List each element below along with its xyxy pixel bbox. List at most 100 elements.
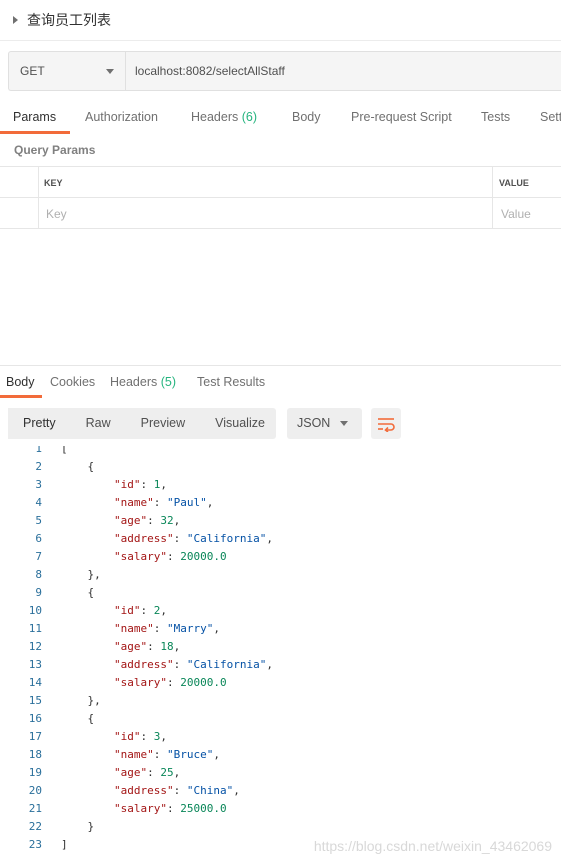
format-label: JSON: [297, 416, 331, 430]
tab-tests[interactable]: Tests: [481, 104, 510, 134]
tab-authorization[interactable]: Authorization: [85, 104, 158, 134]
wrap-lines-button[interactable]: [371, 408, 401, 439]
line-number: 9: [35, 586, 42, 599]
code-text: "id": 1,: [113, 478, 167, 491]
code-line: 8 },: [0, 566, 561, 584]
response-tab-test-results[interactable]: Test Results: [197, 371, 265, 393]
view-visualize-button[interactable]: Visualize: [200, 408, 280, 439]
code-line: 11 "name": "Marry",: [0, 620, 561, 638]
code-text: {: [61, 460, 95, 473]
caret-right-icon[interactable]: [13, 16, 18, 24]
url-text: localhost:8082/selectAllStaff: [135, 64, 285, 78]
line-number: 13: [28, 658, 42, 671]
code-line: 22 }: [0, 818, 561, 836]
code-line: 16 {: [0, 710, 561, 728]
code-text: {: [61, 586, 95, 599]
chevron-down-icon: [106, 69, 114, 74]
line-number: 18: [28, 748, 42, 761]
line-number: 4: [35, 496, 42, 509]
line-number: 17: [28, 730, 42, 743]
view-pretty-button[interactable]: Pretty: [8, 408, 71, 439]
code-line: 14 "salary": 20000.0: [0, 674, 561, 692]
url-bar: GET localhost:8082/selectAllStaff: [8, 51, 561, 91]
code-text: },: [61, 694, 101, 707]
code-text: "address": "California",: [113, 532, 273, 545]
line-number: 12: [28, 640, 42, 653]
code-line: 2 {: [0, 458, 561, 476]
line-number: 1: [35, 446, 42, 455]
code-line: 1[: [0, 446, 561, 458]
active-response-tab-indicator: [0, 395, 42, 398]
response-tab-cookies-label: Cookies: [50, 375, 96, 389]
request-name[interactable]: 查询员工列表: [27, 10, 111, 30]
tab-settings[interactable]: Sett: [540, 104, 561, 134]
tab-headers[interactable]: Headers (6): [191, 104, 257, 134]
url-input[interactable]: localhost:8082/selectAllStaff: [125, 51, 561, 91]
view-mode-group: Pretty Raw Preview Visualize: [8, 408, 276, 439]
code-text: },: [61, 568, 101, 581]
wrap-lines-icon: [378, 417, 395, 432]
tab-pre-request-script[interactable]: Pre-request Script: [351, 104, 452, 134]
code-line: 4 "name": "Paul",: [0, 494, 561, 512]
code-text: "id": 2,: [113, 604, 167, 617]
line-number: 14: [28, 676, 42, 689]
tab-pre-request-label: Pre-request Script: [351, 110, 452, 124]
response-tab-body[interactable]: Body: [6, 371, 35, 393]
line-number: 3: [35, 478, 42, 491]
active-tab-indicator: [0, 131, 70, 134]
view-preview-button[interactable]: Preview: [126, 408, 200, 439]
chevron-down-icon: [340, 421, 348, 426]
tab-params[interactable]: Params: [13, 104, 56, 134]
code-line: 15 },: [0, 692, 561, 710]
value-column-header: VALUE: [499, 178, 529, 188]
line-number: 19: [28, 766, 42, 779]
line-number: 7: [35, 550, 42, 563]
code-text: "age": 18,: [113, 640, 181, 653]
code-line: 6 "address": "California",: [0, 530, 561, 548]
line-number: 23: [28, 838, 42, 851]
code-line: 20 "address": "China",: [0, 782, 561, 800]
format-select[interactable]: JSON: [287, 408, 362, 439]
tab-body-label: Body: [292, 110, 321, 124]
watermark: https://blog.csdn.net/weixin_43462069: [313, 838, 552, 854]
code-line: 10 "id": 2,: [0, 602, 561, 620]
code-line: 13 "address": "California",: [0, 656, 561, 674]
code-text: "address": "China",: [113, 784, 240, 797]
query-params-table: KEY VALUE Key Value: [0, 166, 561, 229]
code-text: "id": 3,: [113, 730, 167, 743]
response-body-viewer[interactable]: 1[2 {3 "id": 1, 4 "name": "Paul", 5 "age":…: [0, 446, 561, 866]
method-label: GET: [20, 64, 45, 78]
line-number: 2: [35, 460, 42, 473]
response-tabs: Body Cookies Headers (5) Test Results: [0, 371, 561, 399]
code-line: 17 "id": 3,: [0, 728, 561, 746]
tab-body[interactable]: Body: [292, 104, 321, 134]
view-raw-button[interactable]: Raw: [71, 408, 126, 439]
response-tab-headers[interactable]: Headers (5): [110, 371, 176, 393]
response-tab-test-results-label: Test Results: [197, 375, 266, 389]
column-divider: [492, 167, 493, 228]
value-input[interactable]: Value: [501, 207, 531, 221]
code-text: "name": "Bruce",: [113, 748, 220, 761]
line-number: 16: [28, 712, 42, 725]
code-line: 12 "age": 18,: [0, 638, 561, 656]
response-tab-cookies[interactable]: Cookies: [50, 371, 95, 393]
response-tab-body-label: Body: [6, 375, 35, 389]
tab-authorization-label: Authorization: [85, 110, 158, 124]
tab-params-label: Params: [13, 110, 57, 124]
key-input[interactable]: Key: [46, 207, 67, 221]
line-number: 5: [35, 514, 42, 527]
code-line: 7 "salary": 20000.0: [0, 548, 561, 566]
table-header-row: [0, 167, 561, 198]
code-text: "address": "California",: [113, 658, 273, 671]
query-params-heading: Query Params: [14, 143, 96, 157]
code-line: 18 "name": "Bruce",: [0, 746, 561, 764]
method-select[interactable]: GET: [8, 51, 125, 91]
code-text: }: [61, 820, 95, 833]
code-line: 5 "age": 32,: [0, 512, 561, 530]
code-line: 19 "age": 25,: [0, 764, 561, 782]
line-number: 20: [28, 784, 42, 797]
line-number: 6: [35, 532, 42, 545]
line-number: 8: [35, 568, 42, 581]
line-number: 15: [28, 694, 42, 707]
column-divider: [38, 167, 39, 228]
